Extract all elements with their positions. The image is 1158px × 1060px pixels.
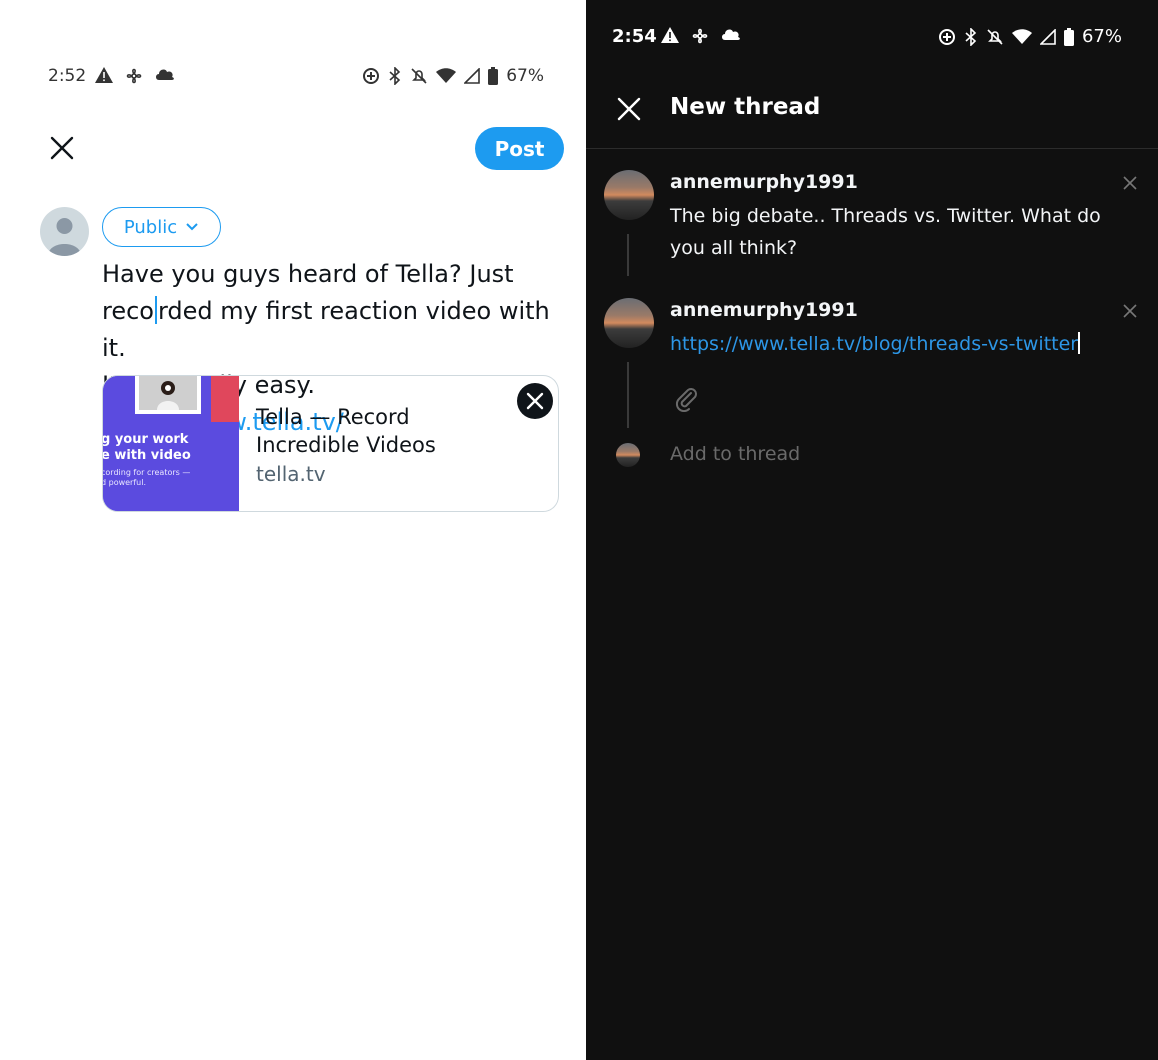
close-icon[interactable] (48, 134, 76, 162)
card-thumbnail: g your work e with video cording for cre… (103, 376, 239, 511)
battery-icon (488, 67, 499, 85)
data-saver-icon (363, 68, 380, 84)
status-time: 2:52 (48, 66, 87, 86)
fan-icon (126, 68, 142, 84)
avatar[interactable] (604, 298, 654, 348)
remove-card-button[interactable] (517, 383, 553, 419)
text-cursor (1078, 332, 1081, 354)
post-text[interactable]: The big debate.. Threads vs. Twitter. Wh… (670, 200, 1140, 264)
card-domain: tella.tv (256, 462, 326, 486)
paperclip-icon[interactable] (672, 384, 700, 412)
remove-post-icon[interactable] (1122, 303, 1138, 319)
post-link[interactable]: https://www.tella.tv/blog/threads-vs-twi… (670, 333, 1078, 355)
threads-compose-screen: 2:54 67% New thread annemurphy1991 The b… (586, 0, 1158, 1060)
twitter-compose-screen: 2:52 67% Post Public Have you guys heard… (0, 0, 586, 1060)
status-bar: 2:52 67% (48, 64, 544, 90)
avatar[interactable] (40, 207, 89, 256)
wifi-icon (436, 68, 457, 83)
warning-icon (95, 67, 113, 83)
person-icon (48, 218, 81, 256)
warning-icon (661, 27, 679, 43)
mute-icon (987, 28, 1003, 45)
battery-icon (1063, 27, 1074, 46)
post-username: annemurphy1991 (670, 171, 858, 193)
card-title: Tella — Record Incredible Videos (256, 405, 436, 457)
link-preview-card[interactable]: g your work e with video cording for cre… (102, 375, 559, 512)
text-cursor (154, 296, 157, 324)
close-icon (526, 392, 544, 410)
thread-line (627, 234, 629, 276)
cloud-icon (722, 29, 740, 40)
signal-icon (464, 68, 481, 84)
wifi-icon (1011, 28, 1032, 44)
cloud-icon (156, 69, 174, 80)
page-title: New thread (670, 94, 821, 120)
remove-post-icon[interactable] (1122, 175, 1138, 191)
fan-icon (692, 28, 708, 44)
chevron-down-icon (186, 223, 198, 231)
avatar[interactable] (604, 170, 654, 220)
data-saver-icon (938, 28, 955, 45)
battery-percent: 67% (506, 66, 544, 86)
battery-percent: 67% (1081, 26, 1122, 47)
mute-icon (411, 68, 427, 84)
thread-line (627, 362, 629, 428)
close-icon[interactable] (616, 96, 642, 122)
tweet-line: Have you guys heard of Tella? Just (102, 260, 514, 288)
avatar (616, 443, 640, 467)
signal-icon (1039, 28, 1056, 45)
add-to-thread-button[interactable]: Add to thread (670, 443, 800, 465)
bluetooth-icon (389, 67, 401, 85)
status-time: 2:54 (612, 26, 657, 47)
audience-selector[interactable]: Public (102, 207, 221, 247)
bluetooth-icon (965, 27, 977, 46)
post-input[interactable]: https://www.tella.tv/blog/threads-vs-twi… (670, 328, 1140, 360)
divider (586, 148, 1158, 149)
tweet-line: reco rded my first reaction video with it… (102, 296, 550, 362)
audience-label: Public (123, 216, 178, 238)
post-button[interactable]: Post (475, 127, 564, 170)
post-username: annemurphy1991 (670, 299, 858, 321)
status-bar: 2:54 67% (612, 24, 1122, 50)
